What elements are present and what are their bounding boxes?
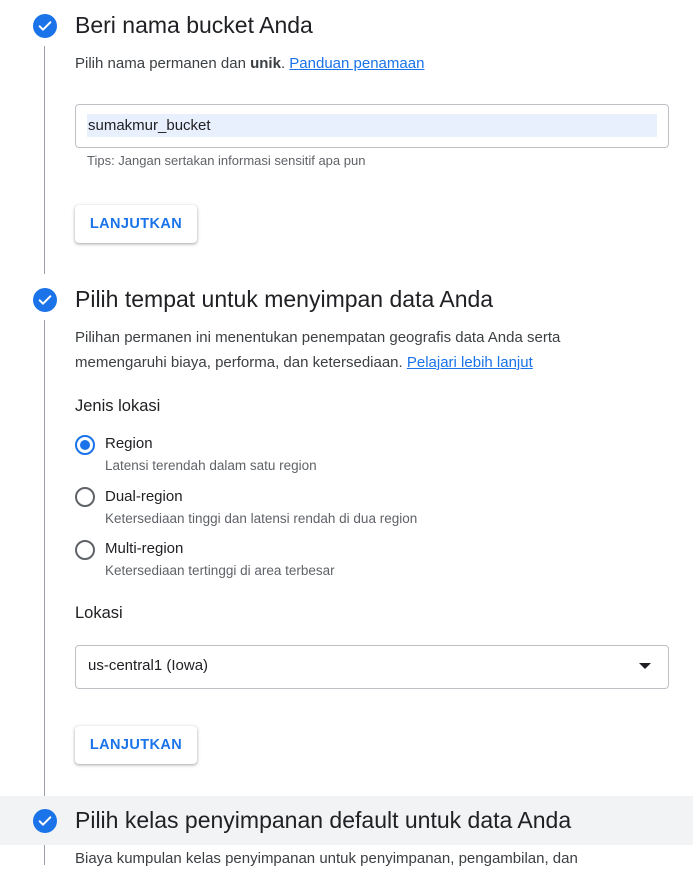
step1-title: Beri nama bucket Anda (75, 12, 313, 38)
step2-continue-button[interactable]: LANJUTKAN (75, 726, 197, 764)
location-select-value: us-central1 (Iowa) (88, 657, 209, 674)
step1-description: Pilih nama permanen dan unik. Panduan pe… (75, 55, 425, 72)
step2-connector-line (44, 320, 45, 796)
step3-title: Pilih kelas penyimpanan default untuk da… (75, 807, 572, 833)
radio-selected-dot (80, 440, 90, 450)
radio-dual-region[interactable] (75, 487, 95, 507)
bucket-name-hint: Tips: Jangan sertakan informasi sensitif… (87, 153, 366, 168)
radio-multi-region-label[interactable]: Multi-region (105, 540, 183, 557)
learn-more-link[interactable]: Pelajari lebih lanjut (407, 354, 533, 371)
step2-title: Pilih tempat untuk menyimpan data Anda (75, 286, 494, 312)
location-type-label: Jenis lokasi (75, 397, 161, 415)
radio-multi-region[interactable] (75, 540, 95, 560)
location-label: Lokasi (75, 604, 123, 622)
step2-check-icon (33, 288, 57, 312)
step3-description: Biaya kumpulan kelas penyimpanan untuk p… (75, 850, 578, 867)
naming-guide-link[interactable]: Panduan penamaan (289, 55, 424, 72)
step2-description: Pilihan permanen ini menentukan penempat… (75, 329, 561, 371)
step1-continue-button[interactable]: LANJUTKAN (75, 205, 197, 243)
bucket-name-field (75, 104, 669, 148)
location-select[interactable]: us-central1 (Iowa) (75, 645, 669, 689)
radio-region[interactable] (75, 435, 95, 455)
bucket-name-input[interactable] (88, 114, 648, 137)
radio-multi-region-description: Ketersediaan tertinggi di area terbesar (105, 563, 335, 578)
step3-check-icon (33, 809, 57, 833)
dropdown-arrow-icon (639, 663, 651, 669)
radio-dual-region-label[interactable]: Dual-region (105, 488, 183, 505)
radio-region-label[interactable]: Region (105, 435, 153, 452)
radio-dual-region-description: Ketersediaan tinggi dan latensi rendah d… (105, 511, 418, 526)
step1-connector-line (44, 46, 45, 274)
radio-region-description: Latensi terendah dalam satu region (105, 458, 317, 473)
step3-connector-line (44, 845, 45, 865)
step1-check-icon (33, 14, 57, 38)
